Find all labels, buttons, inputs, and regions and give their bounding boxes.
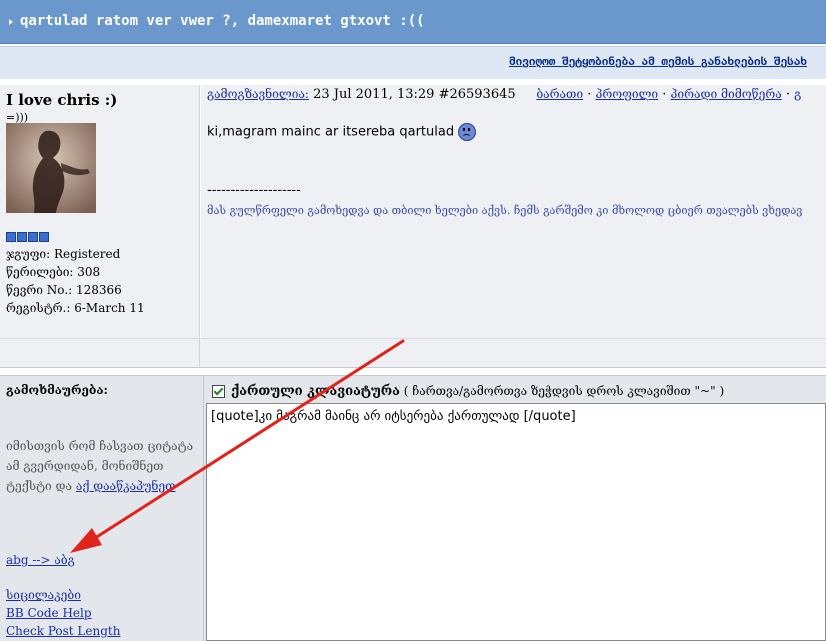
report-card-link[interactable]: ბარათი: [536, 87, 583, 101]
transliteration-toggle-link[interactable]: abg --> აბგ: [6, 553, 75, 567]
post-date: 23 Jul 2011, 13:29 #26593645: [308, 87, 516, 102]
column-divider: [199, 339, 200, 367]
smilies-link[interactable]: სიცილაკები: [6, 588, 81, 602]
quick-reply-sidebar: გამოხმაურება: იმისთვის რომ ჩასვათ ციტატა…: [0, 375, 204, 641]
avatar: [6, 123, 96, 213]
post-body: ki,magram mainc ar itsereba qartulad: [207, 123, 477, 141]
profile-link[interactable]: პროფილი: [595, 87, 658, 101]
author-member-number: წევრი No.: 128366: [6, 283, 122, 297]
check-post-length-link[interactable]: Check Post Length: [6, 624, 120, 638]
posted-label[interactable]: გამოგზავნილია:: [207, 87, 309, 101]
quote-selection-link[interactable]: აქ დააწკაპუნეთ: [76, 479, 176, 493]
bbcode-help-link[interactable]: BB Code Help: [6, 606, 92, 620]
author-registered-date: რეგისტრ.: 6-March 11: [6, 301, 145, 315]
thread-options-bar: მივიღოთ შეტყობინება ამ თემის განახლების …: [0, 46, 826, 80]
author-post-count: წერილები: 308: [6, 265, 101, 279]
reply-textarea[interactable]: [quote]კი მაგრამ მაინც არ იტსერება ქართუ…: [206, 403, 826, 641]
post-text: ki,magram mainc ar itsereba qartulad: [207, 124, 459, 140]
thread-title: qartulad ratom ver vwer ?, damexmaret gt…: [20, 13, 425, 29]
author-name[interactable]: I love chris :): [6, 91, 117, 109]
quote-hint: იმისთვის რომ ჩასვათ ციტატა ამ გვერდიდან,…: [6, 436, 196, 496]
georgian-keyboard-checkbox[interactable]: [212, 385, 225, 398]
sad-smiley-icon: [458, 123, 477, 141]
rank-pips: [6, 231, 50, 246]
georgian-keyboard-hint: ( ჩართვა/გამორთვა ზეჭდვის დროს კლავიშით …: [399, 384, 725, 398]
signature-text: მას გულწრფელი გამოხედვა და თბილი ხელები …: [207, 204, 803, 217]
post-content-panel: გამოგზავნილია: 23 Jul 2011, 13:29 #26593…: [201, 85, 826, 338]
more-link[interactable]: გ: [794, 87, 801, 101]
post-meta: გამოგზავნილია: 23 Jul 2011, 13:29 #26593…: [207, 87, 802, 102]
signature-separator: --------------------: [207, 183, 301, 198]
subscribe-thread-link[interactable]: მივიღოთ შეტყობინება ამ თემის განახლების …: [509, 55, 807, 68]
author-stats: ჯგუფი: Registered წერილები: 308 წევრი No…: [6, 245, 145, 317]
quick-reply-editor: ქართული კლავიატურა ( ჩართვა/გამორთვა ზეჭ…: [204, 375, 826, 641]
post-footer-strip: [0, 338, 826, 368]
georgian-keyboard-row: ქართული კლავიატურა ( ჩართვა/გამორთვა ზეჭ…: [212, 384, 724, 399]
private-message-link[interactable]: პირადი მიმოწერა: [671, 87, 782, 101]
triangle-bullet-icon: [9, 19, 13, 25]
thread-title-bar: qartulad ratom ver vwer ?, damexmaret gt…: [0, 0, 826, 44]
post-author-panel: I love chris :) =))) ჯგუფი: Registered წ…: [0, 85, 200, 338]
author-group: ჯგუფი: Registered: [6, 247, 121, 261]
quick-reply-label: გამოხმაურება:: [6, 383, 108, 397]
georgian-keyboard-label: ქართული კლავიატურა: [231, 384, 400, 399]
